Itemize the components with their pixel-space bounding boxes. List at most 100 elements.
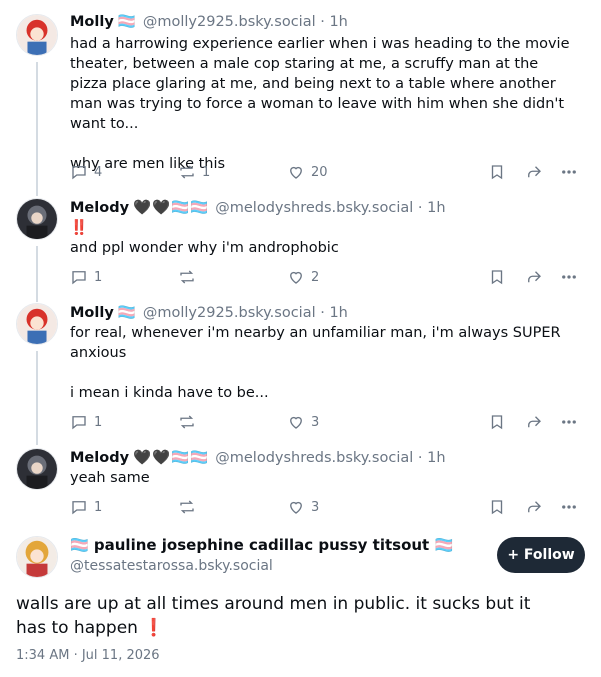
bookmark-button[interactable] — [488, 411, 506, 433]
post-header: Melody 🖤🖤🏳️‍⚧️🏳️‍⚧️ @melodyshreds.bsky.soc… — [70, 200, 446, 216]
like-count: 2 — [311, 269, 320, 285]
avatar[interactable] — [16, 448, 58, 490]
bookmark-button[interactable] — [488, 496, 506, 518]
thread-post[interactable]: Melody 🖤🖤🏳️‍⚧️🏳️‍⚧️ @melodyshreds.bsky.soc… — [0, 448, 601, 528]
bookmark-icon — [491, 165, 503, 180]
share-icon — [528, 271, 541, 283]
post-header: Melody 🖤🖤🏳️‍⚧️🏳️‍⚧️ @melodyshreds.bsky.soc… — [70, 450, 446, 466]
post-text: for real, whenever i'm nearby an unfamil… — [70, 325, 561, 401]
reply-icon — [72, 271, 86, 285]
bookmark-button[interactable] — [488, 266, 506, 288]
share-button[interactable] — [525, 161, 543, 183]
post-timestamp[interactable]: 1:34 AM · Jul 11, 2026 — [16, 648, 160, 663]
reply-button[interactable]: 4 — [70, 161, 102, 183]
like-icon — [290, 271, 302, 284]
reply-count: 1 — [94, 499, 103, 515]
like-button[interactable]: 3 — [287, 496, 319, 518]
more-button[interactable] — [560, 496, 578, 518]
repost-icon — [180, 415, 194, 429]
like-button[interactable]: 2 — [287, 266, 319, 288]
bookmark-icon — [491, 270, 503, 285]
author-flags: 🏳️‍⚧️ — [117, 305, 137, 321]
like-icon — [290, 166, 302, 179]
author-flags: 🏳️‍⚧️ — [117, 14, 137, 30]
reply-button[interactable]: 1 — [70, 496, 102, 518]
bookmark-icon — [491, 415, 503, 430]
author-handle[interactable]: @molly2925.bsky.social — [143, 14, 316, 30]
author-name[interactable]: Molly — [70, 305, 114, 321]
thread-line — [36, 62, 38, 196]
avatar[interactable] — [16, 536, 58, 578]
post-text: walls are up at all times around men in … — [16, 594, 531, 638]
thread-post[interactable]: Melody 🖤🖤🏳️‍⚧️🏳️‍⚧️ @melodyshreds.bsky.soc… — [0, 198, 601, 302]
like-button[interactable]: 20 — [287, 161, 328, 183]
reply-count: 4 — [94, 164, 103, 180]
more-button[interactable] — [560, 266, 578, 288]
post-time[interactable]: 1h — [427, 200, 445, 216]
author-flags: 🖤🖤🏳️‍⚧️🏳️‍⚧️ — [133, 200, 210, 216]
post-header: Molly 🏳️‍⚧️ @molly2925.bsky.social · 1h — [70, 14, 348, 30]
reply-count: 1 — [94, 269, 103, 285]
thread-post[interactable]: Molly 🏳️‍⚧️ @molly2925.bsky.social · 1h ha… — [0, 12, 601, 196]
author-handle[interactable]: @molly2925.bsky.social — [143, 305, 316, 321]
repost-icon — [180, 165, 194, 179]
share-icon — [528, 166, 541, 178]
bookmark-icon — [491, 500, 503, 515]
share-icon — [528, 501, 541, 513]
reply-icon — [72, 501, 86, 515]
more-icon — [562, 275, 576, 279]
avatar[interactable] — [16, 14, 58, 56]
reply-button[interactable]: 1 — [70, 266, 102, 288]
like-button[interactable]: 3 — [287, 411, 319, 433]
author-name[interactable]: Molly — [70, 14, 114, 30]
more-icon — [562, 505, 576, 509]
share-icon — [528, 416, 541, 428]
share-button[interactable] — [525, 266, 543, 288]
share-button[interactable] — [525, 496, 543, 518]
repost-button[interactable] — [178, 496, 202, 518]
author-name[interactable]: Melody — [70, 200, 129, 216]
post-header: Molly 🏳️‍⚧️ @molly2925.bsky.social · 1h — [70, 305, 348, 321]
like-icon — [290, 501, 302, 514]
author-name[interactable]: Melody — [70, 450, 129, 466]
author-handle[interactable]: @tessatestarossa.bsky.social — [70, 558, 273, 574]
action-bar: 1 2 — [70, 266, 581, 288]
post-text: ‼️ and ppl wonder why i'm androphobic — [70, 220, 339, 256]
like-count: 3 — [311, 499, 320, 515]
repost-button[interactable]: 1 — [178, 161, 210, 183]
like-count: 20 — [311, 164, 328, 180]
avatar[interactable] — [16, 198, 58, 240]
action-bar: 1 3 — [70, 411, 581, 433]
more-button[interactable] — [560, 161, 578, 183]
share-button[interactable] — [525, 411, 543, 433]
author-handle[interactable]: @melodyshreds.bsky.social — [215, 450, 413, 466]
reply-icon — [72, 166, 86, 180]
author-handle[interactable]: @melodyshreds.bsky.social — [215, 200, 413, 216]
post-text: yeah same — [70, 470, 150, 486]
avatar[interactable] — [16, 303, 58, 345]
repost-button[interactable] — [178, 411, 202, 433]
post-time[interactable]: 1h — [427, 450, 445, 466]
post-time[interactable]: 1h — [329, 305, 347, 321]
action-bar: 4 1 20 — [70, 161, 581, 183]
author-name[interactable]: 🏳️‍⚧️ pauline josephine cadillac pussy t… — [70, 536, 453, 554]
post-text: had a harrowing experience earlier when … — [70, 36, 570, 172]
more-button[interactable] — [560, 411, 578, 433]
action-bar: 1 3 — [70, 496, 581, 518]
reply-count: 1 — [94, 414, 103, 430]
reply-icon — [72, 416, 86, 430]
repost-icon — [180, 500, 194, 514]
reply-button[interactable]: 1 — [70, 411, 102, 433]
repost-icon — [180, 270, 194, 284]
more-icon — [562, 420, 576, 424]
post-time[interactable]: 1h — [329, 14, 347, 30]
repost-count: 1 — [202, 164, 211, 180]
thread-post[interactable]: Molly 🏳️‍⚧️ @molly2925.bsky.social · 1h fo… — [0, 303, 601, 445]
thread-line — [36, 246, 38, 302]
bookmark-button[interactable] — [488, 161, 506, 183]
repost-button[interactable] — [178, 266, 202, 288]
follow-button[interactable]: + Follow — [497, 537, 585, 573]
like-icon — [290, 416, 302, 429]
author-flags: 🖤🖤🏳️‍⚧️🏳️‍⚧️ — [133, 450, 210, 466]
like-count: 3 — [311, 414, 320, 430]
